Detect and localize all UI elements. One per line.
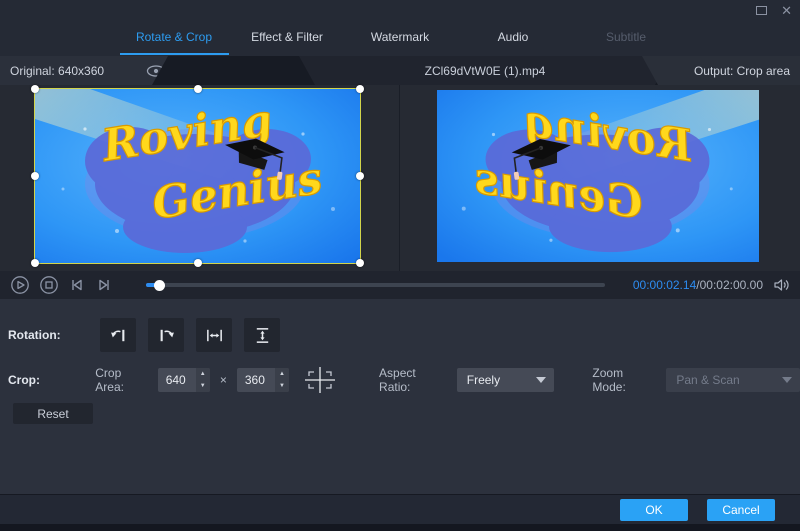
crop-crosshair-icon xyxy=(305,367,336,393)
titlebar: ✕ xyxy=(0,0,800,22)
crop-width-up-icon[interactable]: ▲ xyxy=(196,368,210,380)
tab-rotate-crop[interactable]: Rotate & Crop xyxy=(118,22,231,56)
app-window: ✕ Rotate & Crop Effect & Filter Watermar… xyxy=(0,0,800,531)
original-video-preview: Roving Genius xyxy=(35,89,360,263)
maximize-icon[interactable] xyxy=(756,6,768,15)
timeline-slider[interactable] xyxy=(146,279,605,291)
aspect-ratio-label: Aspect Ratio: xyxy=(379,366,416,394)
current-time: 00:00:02.14 xyxy=(632,278,697,292)
crop-height-stepper: ▲ ▼ xyxy=(236,368,290,392)
rotate-left-button[interactable] xyxy=(100,318,136,352)
total-time: 00:02:00.00 xyxy=(699,278,763,292)
rotate-right-button[interactable] xyxy=(148,318,184,352)
crop-row: Crop: Crop Area: ▲ ▼ × ▲ ▼ xyxy=(8,366,800,394)
zoom-mode-value: Pan & Scan xyxy=(676,373,740,387)
window-bottom-edge xyxy=(0,524,800,531)
zoom-mode-caret-icon xyxy=(782,377,793,383)
crop-height-input[interactable] xyxy=(236,368,275,392)
output-label: Output: Crop area xyxy=(693,63,790,78)
tab-audio[interactable]: Audio xyxy=(457,22,570,56)
crop-width-input[interactable] xyxy=(157,368,196,392)
filename-label: ZCl69dVtW0E (1).mp4 xyxy=(424,63,546,78)
flip-vertical-button[interactable] xyxy=(244,318,280,352)
crop-area-label: Crop Area: xyxy=(95,366,124,394)
original-size-tab: Original: 640x360 xyxy=(0,56,168,85)
reset-button[interactable]: Reset xyxy=(13,403,93,424)
rotation-row: Rotation: xyxy=(8,318,800,352)
aspect-ratio-dropdown[interactable]: Freely xyxy=(456,368,555,392)
volume-icon[interactable] xyxy=(773,277,790,293)
edit-controls: Rotation: Crop: Crop Area: 640 ▲ ▼ × 360… xyxy=(0,299,800,494)
times-separator: × xyxy=(219,373,227,387)
ok-button[interactable]: OK xyxy=(620,498,688,521)
tab-bar: Rotate & Crop Effect & Filter Watermark … xyxy=(0,22,800,56)
output-tab: Output: Crop area xyxy=(642,56,800,85)
tab-watermark[interactable]: Watermark xyxy=(344,22,457,56)
aspect-ratio-caret-icon xyxy=(536,377,547,383)
dialog-footer: OK Cancel xyxy=(0,494,800,524)
zoom-mode-dropdown: Pan & Scan xyxy=(666,368,800,392)
filename-tab: ZCl69dVtW0E (1).mp4 xyxy=(299,56,671,85)
crop-height-down-icon[interactable]: ▼ xyxy=(275,380,289,392)
stop-button[interactable] xyxy=(39,275,59,295)
tab-effect-filter[interactable]: Effect & Filter xyxy=(231,22,344,56)
timeline-thumb[interactable] xyxy=(154,279,166,291)
crop-width-down-icon[interactable]: ▼ xyxy=(196,380,210,392)
zoom-mode-label: Zoom Mode: xyxy=(592,366,626,394)
output-video-preview: Roving Genius xyxy=(437,90,759,262)
original-preview-pane: Roving Genius xyxy=(0,85,400,271)
next-frame-button[interactable] xyxy=(95,276,113,294)
close-icon[interactable]: ✕ xyxy=(781,4,792,17)
aspect-ratio-value: Freely xyxy=(466,373,501,387)
previous-frame-button[interactable] xyxy=(68,276,86,294)
preview-header: Original: 640x360 ZCl69dVtW0E (1).mp4 Ou… xyxy=(0,56,800,85)
playback-bar: 00:00:02.14/00:02:00.00 xyxy=(0,271,800,299)
cancel-button[interactable]: Cancel xyxy=(707,498,775,521)
rotation-label: Rotation: xyxy=(8,328,61,342)
tab-subtitle: Subtitle xyxy=(605,30,647,44)
output-preview-pane: Roving Genius xyxy=(400,85,800,271)
time-display: 00:00:02.14/00:02:00.00 xyxy=(633,278,763,292)
crop-height-up-icon[interactable]: ▲ xyxy=(275,368,289,380)
preview-area: Roving Genius Roving Genius xyxy=(0,85,800,271)
play-button[interactable] xyxy=(10,275,30,295)
original-size-label: Original: 640x360 xyxy=(10,63,105,78)
crop-label: Crop: xyxy=(8,373,40,387)
flip-horizontal-button[interactable] xyxy=(196,318,232,352)
crop-width-stepper: ▲ ▼ xyxy=(157,368,210,392)
eye-icon[interactable] xyxy=(146,64,166,78)
